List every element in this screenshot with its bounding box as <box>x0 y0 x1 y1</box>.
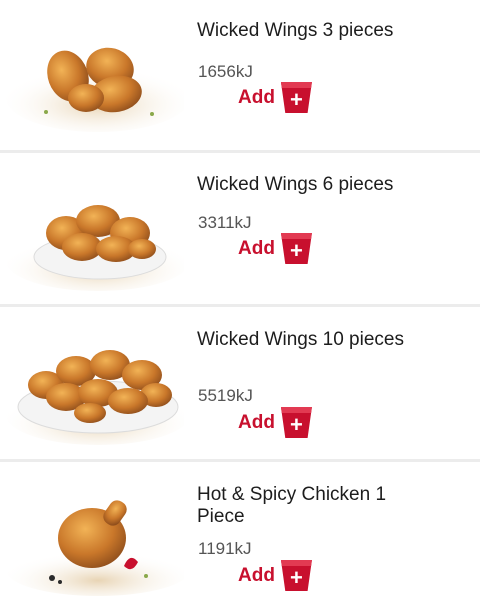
menu-item[interactable]: Hot & Spicy Chicken 1 Piece 1191kJ Add + <box>0 462 480 600</box>
wicked-wings-10-pieces-image <box>6 350 184 445</box>
add-button[interactable]: Add + <box>238 82 312 113</box>
add-label: Add <box>238 564 275 586</box>
add-label: Add <box>238 86 275 108</box>
add-label: Add <box>238 237 275 259</box>
wicked-wings-6-pieces-image <box>6 205 184 291</box>
plus-icon: + <box>280 407 312 438</box>
item-name: Wicked Wings 6 pieces <box>197 174 394 195</box>
add-button[interactable]: Add + <box>238 233 312 264</box>
hot-spicy-chicken-piece-image <box>6 500 184 596</box>
menu-item[interactable]: Wicked Wings 3 pieces 1656kJ Add + <box>0 0 480 150</box>
plus-icon: + <box>280 560 312 591</box>
wicked-wings-3-pieces-image <box>6 47 184 132</box>
item-name: Wicked Wings 10 pieces <box>197 329 404 350</box>
menu-item[interactable]: Wicked Wings 10 pieces 5519kJ Add + <box>0 307 480 459</box>
plus-icon: + <box>280 82 312 113</box>
menu-list: Wicked Wings 3 pieces 1656kJ Add + Wicke… <box>0 0 480 600</box>
add-button[interactable]: Add + <box>238 407 312 438</box>
add-button[interactable]: Add + <box>238 560 312 591</box>
add-label: Add <box>238 411 275 433</box>
item-energy: 1191kJ <box>198 539 252 558</box>
menu-item[interactable]: Wicked Wings 6 pieces 3311kJ Add + <box>0 153 480 304</box>
plus-icon: + <box>280 233 312 264</box>
item-energy: 5519kJ <box>198 386 253 405</box>
item-name: Wicked Wings 3 pieces <box>197 20 394 41</box>
item-name: Hot & Spicy Chicken 1 Piece <box>197 484 387 527</box>
item-energy: 1656kJ <box>198 62 253 81</box>
item-energy: 3311kJ <box>198 213 252 232</box>
